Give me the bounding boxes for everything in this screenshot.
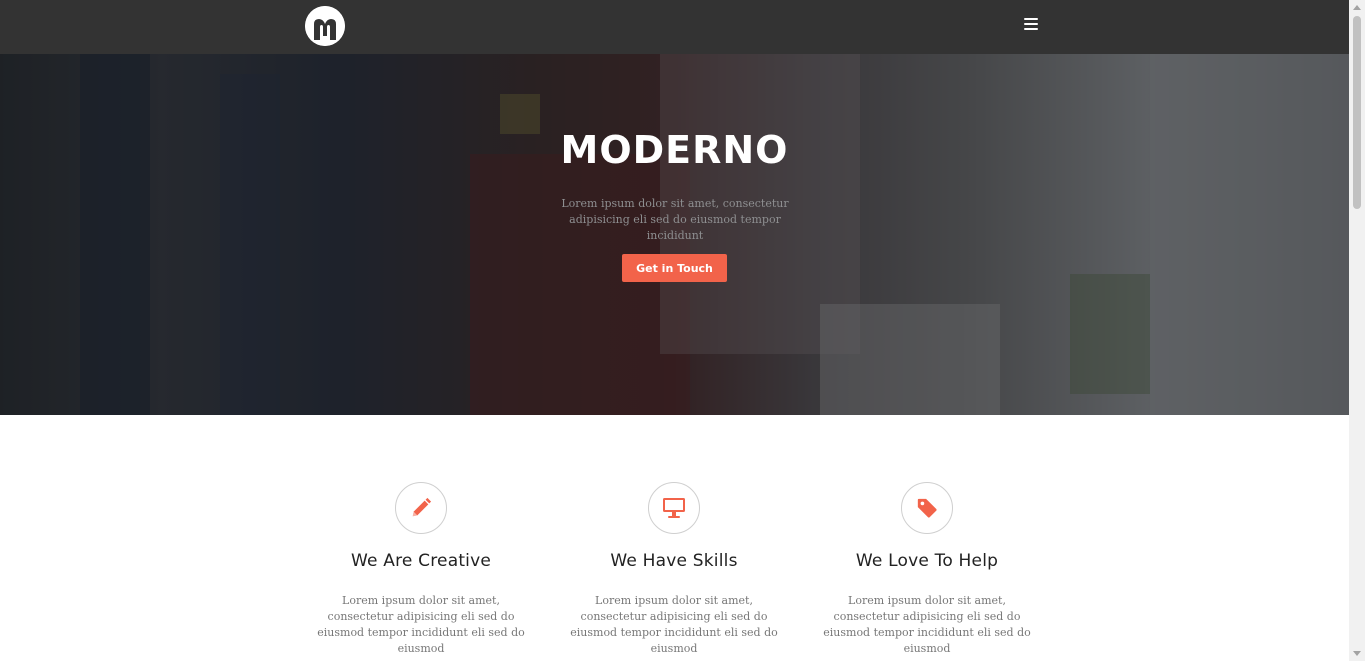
pencil-icon	[395, 482, 447, 534]
hero-title: MODERNO	[560, 128, 789, 172]
scroll-down-arrow-icon[interactable]	[1353, 651, 1361, 656]
navbar	[0, 0, 1349, 54]
feature-text: Lorem ipsum dolor sit amet, consectetur …	[570, 594, 778, 655]
hero-subtitle: Lorem ipsum dolor sit amet, consectetur …	[561, 197, 789, 242]
moderno-logo-icon[interactable]	[305, 6, 345, 46]
feature-title: We Love To Help	[855, 551, 999, 571]
feature-card-help: We Love To Help Lorem ipsum dolor sit am…	[807, 482, 1047, 657]
hero-section: MODERNO Lorem ipsum dolor sit amet, cons…	[0, 54, 1349, 415]
scrollbar-thumb[interactable]	[1353, 16, 1361, 209]
feature-text: Lorem ipsum dolor sit amet, consectetur …	[317, 594, 525, 655]
page-scrollbar[interactable]	[1349, 0, 1365, 661]
hamburger-menu-icon[interactable]	[1024, 18, 1038, 32]
feature-text: Lorem ipsum dolor sit amet, consectetur …	[823, 594, 1031, 655]
get-in-touch-button[interactable]: Get in Touch	[622, 254, 727, 282]
feature-card-skills: We Have Skills Lorem ipsum dolor sit ame…	[554, 482, 794, 657]
tag-icon	[901, 482, 953, 534]
monitor-icon	[648, 482, 700, 534]
feature-card-creative: We Are Creative Lorem ipsum dolor sit am…	[301, 482, 541, 657]
feature-title: We Are Creative	[350, 551, 492, 571]
scroll-up-arrow-icon[interactable]	[1353, 5, 1361, 10]
feature-title: We Have Skills	[610, 551, 738, 571]
